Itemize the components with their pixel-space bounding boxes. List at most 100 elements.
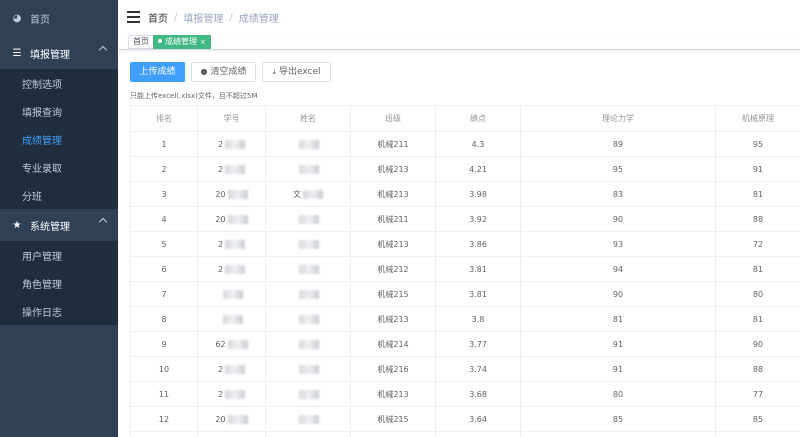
hamburger-icon[interactable] [120,0,146,34]
sidebar-group-fill[interactable]: ☰ 填报管理 [0,37,118,69]
cell-text: 4.21 [469,164,487,174]
table-row[interactable] [130,431,800,437]
table-cell-name: 文 [265,181,351,207]
cell-text: 3.8 [471,314,485,324]
sidebar-item-logs[interactable]: 操作日志 [0,297,118,325]
cell-text: 81 [752,189,764,199]
table-row[interactable]: 10 2 机械216 3.74 91 88 [130,356,800,382]
cell-text: 90 [612,214,624,224]
cell-text: 2 [217,364,224,374]
sidebar-item-control[interactable]: 控制选项 [0,69,118,97]
table-row[interactable]: 8 机械213 3.8 81 81 [130,306,800,332]
cell-text: 2 [217,239,224,249]
column-header[interactable]: 班级 [350,105,436,132]
table-cell-mpr: 77 [715,381,800,407]
export-button[interactable]: ⤓ 导出excel [262,62,331,82]
cell-text: 20 [215,214,226,224]
cell-text: 93 [612,239,624,249]
table-row[interactable]: 5 2 机械213 3.86 93 72 [130,231,800,257]
sidebar-group-label: 系统管理 [30,221,70,233]
clear-button[interactable]: ● 清空成绩 [191,62,256,82]
table-cell-mech: 81 [520,306,716,332]
table-cell-gpa: 3.98 [435,181,521,207]
table-cell-class: 机械211 [350,131,436,157]
table-cell-gpa: 3.74 [435,356,521,382]
chevron-up-icon [98,217,108,227]
tag-scores[interactable]: 成绩管理 × [153,35,211,49]
redaction-blur [299,264,319,274]
table-row[interactable]: 1 2 机械211 4.3 89 95 [130,131,800,157]
cell-text: 7 [161,289,167,299]
sidebar-item-users[interactable]: 用户管理 [0,241,118,269]
table-row[interactable]: 7 机械215 3.81 90 80 [130,281,800,307]
cell-text: 89 [612,139,624,149]
cell-text: 1 [161,139,167,149]
column-header[interactable]: 理论力学 [520,105,716,132]
column-header[interactable]: 绩点 [435,105,521,132]
tag-home[interactable]: 首页 [128,35,154,49]
table-cell-id: 2 [197,156,266,182]
redaction-blur [299,314,319,324]
cell-text: 3.86 [469,239,487,249]
close-icon[interactable]: × [200,38,206,46]
redaction-blur [299,164,319,174]
cell-text: 机械215 [377,289,409,299]
cell-text: 2 [217,389,224,399]
column-header[interactable]: 姓名 [265,105,351,132]
table-row[interactable]: 4 20 机械211 3.92 90 88 [130,206,800,232]
table-cell-gpa: 4.3 [435,131,521,157]
column-header[interactable]: 机械原理 [715,105,800,132]
sidebar-item-home[interactable]: ◕ 首页 [0,0,118,37]
table-cell-id: 20 [197,406,266,432]
breadcrumb-home[interactable]: 首页 [148,10,168,25]
table-cell-id: 2 [197,256,266,282]
table-cell-name [265,256,351,282]
table-cell-mpr: 88 [715,206,800,232]
sidebar-item-class[interactable]: 分班 [0,181,118,209]
table-cell-rank: 3 [130,181,198,207]
sidebar-item-query[interactable]: 填报查询 [0,97,118,125]
table-cell-name [265,406,351,432]
table-cell-id: 2 [197,356,266,382]
tags-view: 首页 成绩管理 × [118,34,800,50]
sidebar-item-scores[interactable]: 成绩管理 [0,125,118,153]
table-row[interactable]: 9 62 机械214 3.77 91 90 [130,331,800,357]
table-row[interactable]: 12 20 机械215 3.64 85 85 [130,406,800,432]
navbar: 首页 / 填报管理 / 成绩管理 [118,0,800,34]
table-cell-mpr: 91 [715,156,800,182]
column-header[interactable]: 排名 [130,105,198,132]
sidebar-item-admission[interactable]: 专业录取 [0,153,118,181]
table-cell-class: 机械211 [350,206,436,232]
table-cell-name [265,431,351,437]
cell-text: 6 [161,264,167,274]
table-cell-name [265,131,351,157]
redaction-blur [225,239,246,249]
cell-text: 95 [612,164,624,174]
table-cell-class: 机械213 [350,231,436,257]
table-cell-rank: 11 [130,381,198,407]
table-row[interactable]: 2 2 机械213 4.21 95 91 [130,156,800,182]
sidebar-item-roles[interactable]: 角色管理 [0,269,118,297]
table-cell-id: 20 [197,181,266,207]
list-icon: ☰ [12,47,22,59]
upload-button[interactable]: 上传成绩 [130,62,185,82]
table-cell-mpr: 90 [715,331,800,357]
cell-text: 88 [752,214,764,224]
table-row[interactable]: 11 2 机械213 3.68 80 77 [130,381,800,407]
table-row[interactable]: 6 2 机械212 3.81 94 81 [130,256,800,282]
table-cell-mpr: 81 [715,256,800,282]
redaction-blur [225,264,246,274]
table-cell-rank: 7 [130,281,198,307]
cell-text: 机械212 [377,264,409,274]
sidebar-group-system[interactable]: ★ 系统管理 [0,209,118,241]
table-cell-name [265,331,351,357]
table-row[interactable]: 3 20 文 机械213 3.98 83 81 [130,181,800,207]
column-header[interactable]: 学号 [197,105,266,132]
cell-text: 3.74 [469,364,487,374]
table-cell-gpa: 3.92 [435,206,521,232]
table-cell-gpa: 3.77 [435,331,521,357]
table-cell-rank: 9 [130,331,198,357]
download-icon: ⤓ [272,67,276,76]
table-cell-class: 机械215 [350,406,436,432]
redaction-blur [299,364,319,374]
